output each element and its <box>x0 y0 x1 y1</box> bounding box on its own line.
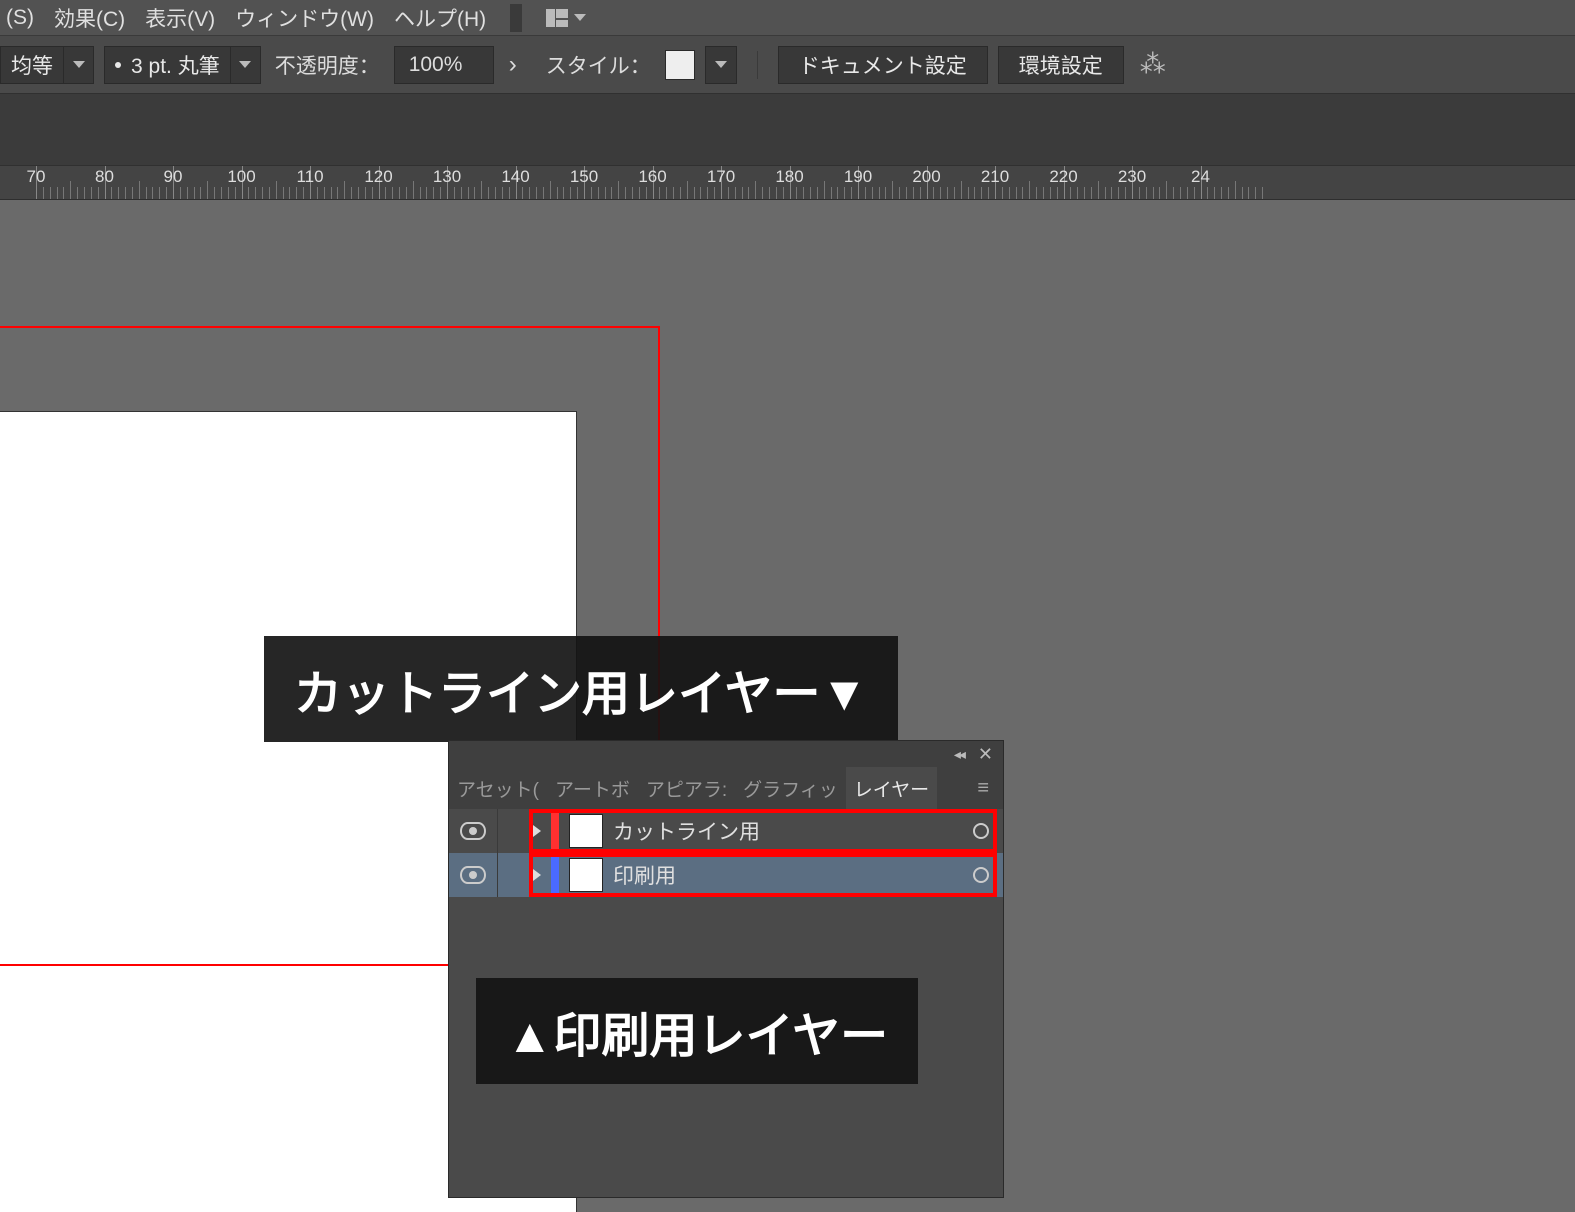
ruler-label: 140 <box>501 167 529 187</box>
ruler-label: 130 <box>433 167 461 187</box>
collapse-icon[interactable]: ◂◂ <box>954 746 964 763</box>
visibility-toggle[interactable] <box>449 822 497 840</box>
preferences-button[interactable]: 環境設定 <box>998 46 1124 84</box>
ruler-label: 150 <box>570 167 598 187</box>
horizontal-ruler[interactable]: 70 80 90 100 110 120 130 140 150 160 170 180 190 200 2… <box>0 166 1575 200</box>
ruler-label: 170 <box>707 167 735 187</box>
brush-dot-icon <box>115 62 121 68</box>
lock-toggle[interactable] <box>497 809 527 853</box>
layer-name[interactable]: 印刷用 <box>613 860 676 890</box>
tab-artboards[interactable]: アートボ <box>547 767 638 809</box>
document-setup-button[interactable]: ドキュメント設定 <box>778 46 988 84</box>
eye-icon <box>460 822 486 840</box>
chevron-down-icon <box>63 47 93 83</box>
panel-tabs: アセット( アートボ アピアラ: グラフィッ レイヤー ≡ <box>449 767 1003 809</box>
ruler-label: 210 <box>981 167 1009 187</box>
wand-icon[interactable]: ⁂ <box>1134 49 1172 80</box>
ruler-label: 180 <box>775 167 803 187</box>
chevron-down-icon <box>574 14 586 21</box>
chevron-down-icon <box>230 47 260 83</box>
stroke-profile-dropdown[interactable]: 均等 <box>0 46 94 84</box>
menu-view[interactable]: 表示(V) <box>139 0 221 37</box>
style-dropdown[interactable] <box>705 46 737 84</box>
target-icon[interactable] <box>973 823 989 839</box>
layer-thumbnail <box>569 814 603 848</box>
menu-select[interactable]: (S) <box>0 2 40 34</box>
annotation-print: ▲印刷用レイヤー <box>476 978 918 1084</box>
opacity-value: 100% <box>394 46 494 84</box>
eye-icon <box>460 866 486 884</box>
canvas-area[interactable]: カットライン用レイヤー▼ ◂◂ ✕ アセット( アートボ アピアラ: グラフィッ… <box>0 200 1575 1212</box>
chevron-right-icon[interactable] <box>533 825 541 837</box>
menu-bar: (S) 効果(C) 表示(V) ウィンドウ(W) ヘルプ(H) <box>0 0 1575 36</box>
brush-value: 3 pt. 丸筆 <box>105 50 230 80</box>
lock-toggle[interactable] <box>497 853 527 897</box>
menu-window[interactable]: ウィンドウ(W) <box>229 0 380 37</box>
layer-row[interactable]: 印刷用 <box>449 853 1003 897</box>
chevron-right-icon[interactable] <box>533 869 541 881</box>
ruler-label: 160 <box>638 167 666 187</box>
divider <box>510 4 522 32</box>
tab-graphic[interactable]: グラフィッ <box>735 767 846 809</box>
tab-appearance[interactable]: アピアラ: <box>638 767 735 809</box>
toolbar-gap <box>0 94 1575 166</box>
chevron-down-icon <box>706 47 736 83</box>
ruler-label: 230 <box>1118 167 1146 187</box>
ruler-label: 200 <box>912 167 940 187</box>
ruler-label: 190 <box>844 167 872 187</box>
control-bar: 均等 3 pt. 丸筆 不透明度： 100% › スタイル： ドキュメント設定 … <box>0 36 1575 94</box>
stroke-profile-value: 均等 <box>1 50 63 80</box>
tab-assets[interactable]: アセット( <box>449 767 547 809</box>
layers-panel[interactable]: ◂◂ ✕ アセット( アートボ アピアラ: グラフィッ レイヤー ≡ カット <box>448 740 1004 1198</box>
ruler-label: 90 <box>164 167 183 187</box>
ruler-label: 120 <box>364 167 392 187</box>
tab-layers[interactable]: レイヤー <box>846 767 937 809</box>
brush-label: 3 pt. 丸筆 <box>131 50 220 80</box>
layer-thumbnail <box>569 858 603 892</box>
menu-effect[interactable]: 効果(C) <box>48 0 131 37</box>
layer-color <box>551 813 559 849</box>
annotation-cutline: カットライン用レイヤー▼ <box>264 636 898 742</box>
panel-header: ◂◂ ✕ <box>449 741 1003 767</box>
ruler-label: 100 <box>227 167 255 187</box>
opacity-label: 不透明度： <box>271 50 384 80</box>
layout-icon <box>546 9 568 27</box>
style-label: スタイル： <box>542 50 655 80</box>
ruler-label: 220 <box>1049 167 1077 187</box>
ruler-label: 80 <box>95 167 114 187</box>
target-icon[interactable] <box>973 867 989 883</box>
workspace-switcher[interactable] <box>540 5 592 31</box>
brush-dropdown[interactable]: 3 pt. 丸筆 <box>104 46 261 84</box>
visibility-toggle[interactable] <box>449 866 497 884</box>
panel-menu-icon[interactable]: ≡ <box>963 777 1003 800</box>
opacity-field[interactable]: 100% › <box>394 46 532 84</box>
style-swatch[interactable] <box>665 50 695 80</box>
ruler-label: 24 <box>1191 167 1210 187</box>
ruler-label: 70 <box>27 167 46 187</box>
layer-row[interactable]: カットライン用 <box>449 809 1003 853</box>
divider <box>757 51 758 79</box>
layer-name[interactable]: カットライン用 <box>613 816 760 846</box>
opacity-arrow[interactable]: › <box>494 46 532 84</box>
close-icon[interactable]: ✕ <box>978 744 993 765</box>
layer-color <box>551 857 559 893</box>
menu-help[interactable]: ヘルプ(H) <box>388 0 492 37</box>
ruler-label: 110 <box>296 167 323 187</box>
